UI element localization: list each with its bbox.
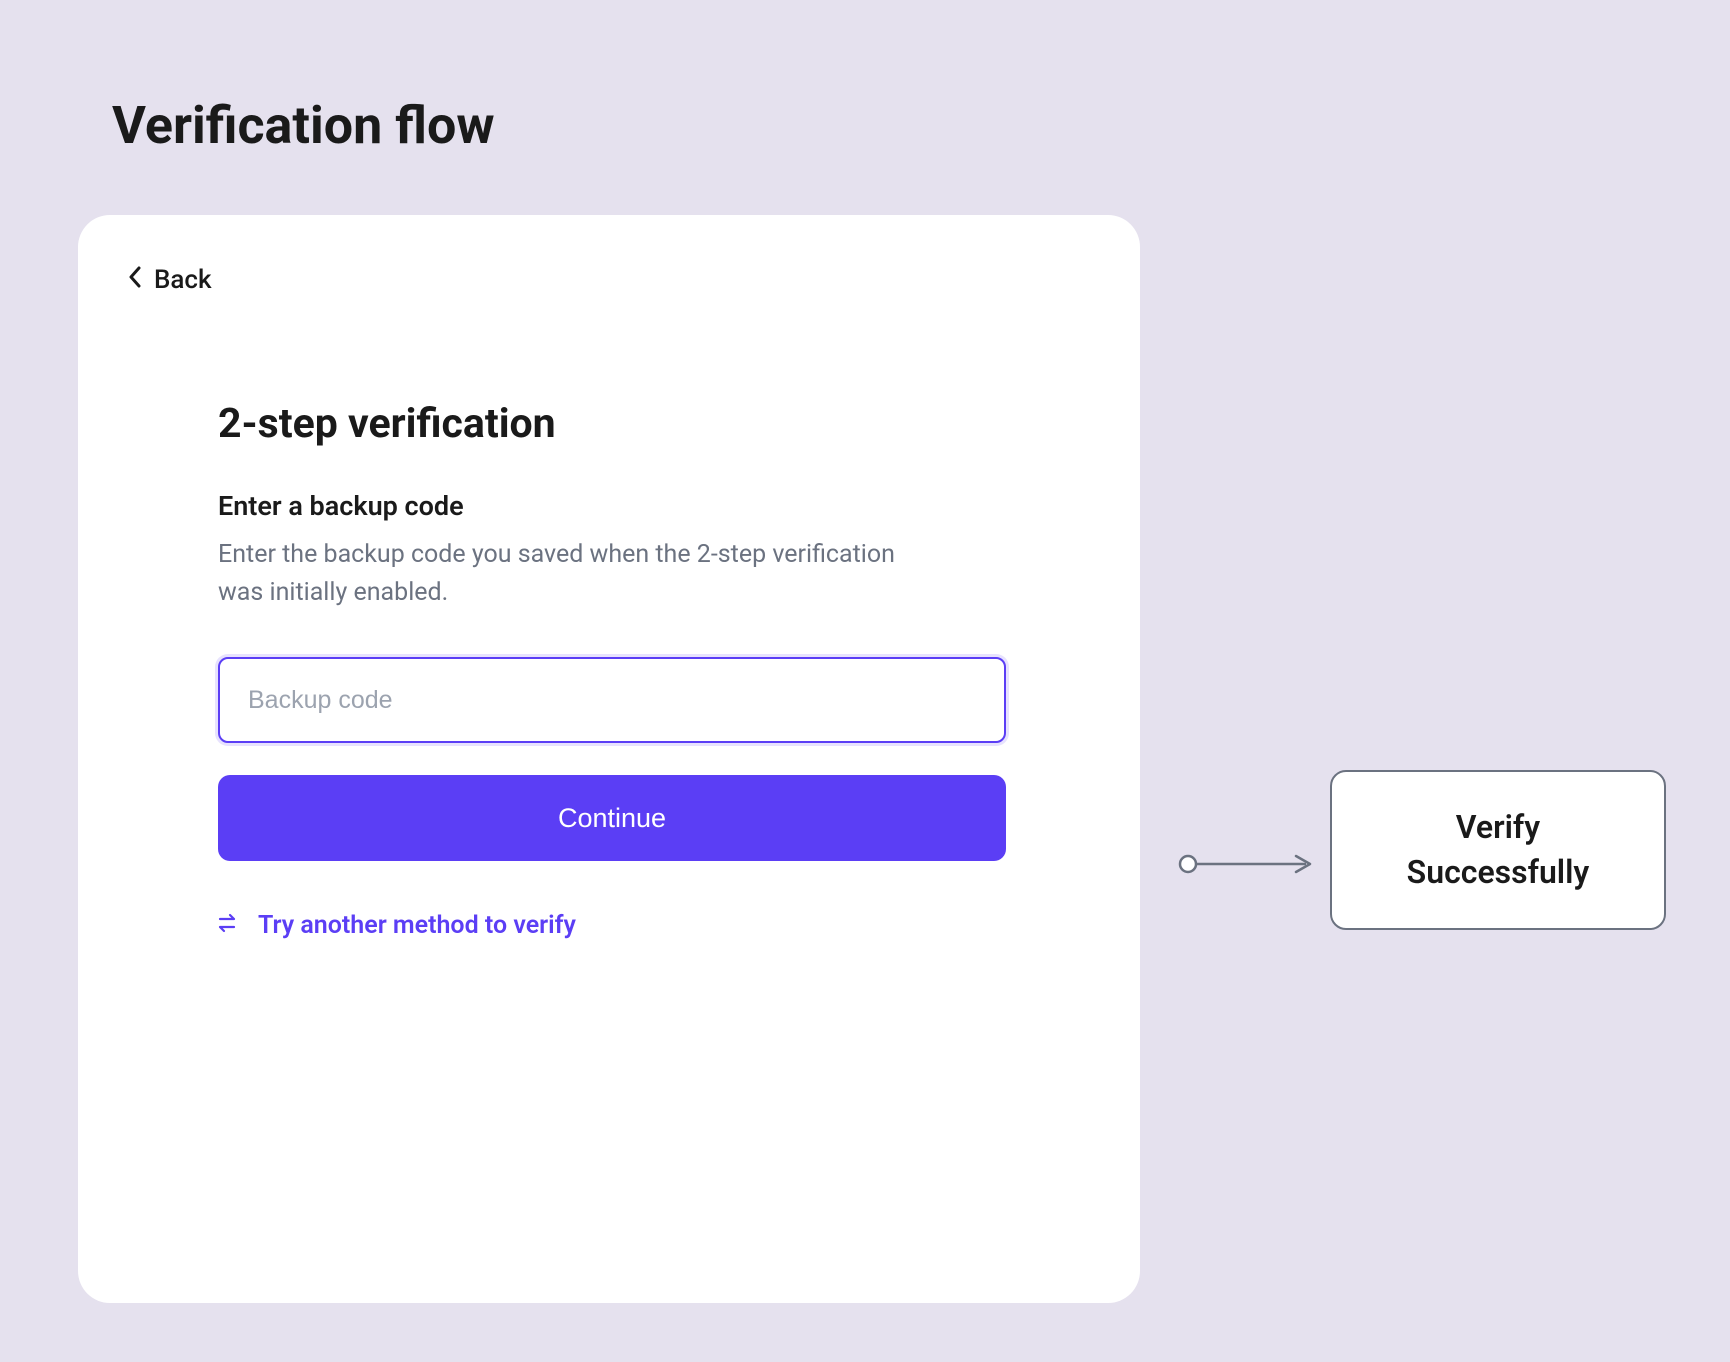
verification-heading: 2-step verification (218, 400, 1000, 448)
backup-code-input[interactable] (218, 657, 1006, 743)
verification-card: Back 2-step verification Enter a backup … (78, 215, 1140, 1303)
alt-method-label: Try another method to verify (258, 911, 576, 940)
flow-arrow (1178, 852, 1322, 876)
result-node-text: Verify Successfully (1407, 805, 1590, 895)
try-another-method-link[interactable]: Try another method to verify (218, 911, 576, 940)
back-label: Back (154, 265, 212, 295)
back-button[interactable]: Back (128, 265, 212, 295)
swap-icon (218, 911, 240, 940)
card-content: 2-step verification Enter a backup code … (128, 295, 1090, 940)
verification-description: Enter the backup code you saved when the… (218, 536, 898, 611)
chevron-left-icon (128, 265, 142, 295)
page-title: Verification flow (112, 95, 495, 156)
continue-button[interactable]: Continue (218, 775, 1006, 861)
result-node: Verify Successfully (1330, 770, 1666, 930)
verification-subheading: Enter a backup code (218, 490, 1000, 522)
